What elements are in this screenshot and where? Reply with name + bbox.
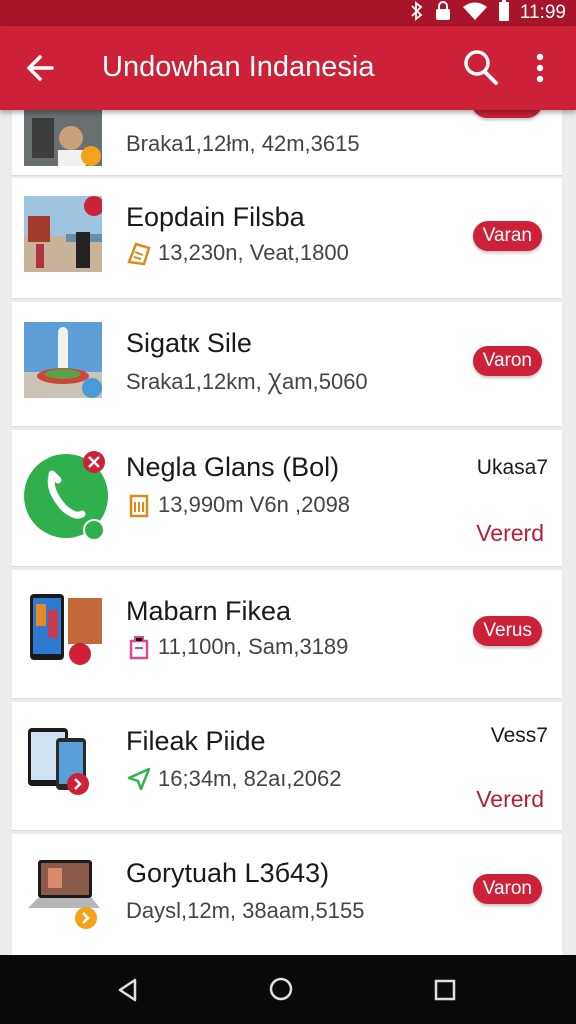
results-list: Braka1,12łm, 42m,3615 Veron Eopdain Fils… bbox=[0, 110, 576, 955]
list-item[interactable]: Negla Glans (Bol) 13,990m V6n ,2098 Ukas… bbox=[12, 430, 562, 567]
item-meta: Daysl,12m, 38aam,5155 bbox=[126, 898, 365, 923]
search-button[interactable] bbox=[462, 48, 500, 88]
item-thumbnail bbox=[24, 196, 104, 272]
nav-recents-button[interactable] bbox=[432, 977, 458, 1008]
item-thumbnail bbox=[24, 450, 110, 542]
status-time: 11:99 bbox=[519, 2, 566, 23]
app-title: Undowhan Indanesia bbox=[102, 51, 375, 83]
item-meta: 13,230n, Veat,1800 bbox=[126, 240, 349, 266]
list-item[interactable]: Fileak Piide 16;34m, 82aı,2062 Vess7 Ver… bbox=[12, 702, 562, 831]
bag-icon bbox=[126, 634, 152, 660]
item-meta: 13,990m V6n ,2098 bbox=[126, 492, 350, 518]
bluetooth-icon bbox=[410, 0, 424, 26]
back-arrow-icon bbox=[27, 55, 54, 81]
item-title: Mabarn Fikea bbox=[126, 596, 292, 626]
item-thumbnail bbox=[24, 322, 102, 398]
item-badge[interactable]: Varon bbox=[472, 874, 542, 904]
wifi-icon bbox=[462, 1, 488, 26]
lock-icon bbox=[434, 0, 452, 26]
list-item[interactable]: Eopdain Filsba 13,230n, Veat,1800 Varan bbox=[12, 178, 562, 299]
item-meta: Braka1,12łm, 42m,3615 bbox=[126, 131, 360, 156]
receipt-icon bbox=[126, 492, 152, 518]
back-button[interactable] bbox=[22, 50, 62, 86]
item-badge[interactable]: Verus bbox=[473, 616, 542, 646]
item-title: Negla Glans (Bol) bbox=[126, 452, 340, 482]
item-badge[interactable]: Varan bbox=[472, 221, 542, 251]
app-bar: Undowhan Indanesia bbox=[0, 26, 576, 110]
item-meta: 16;34m, 82aı,2062 bbox=[126, 766, 341, 792]
more-options-button[interactable] bbox=[528, 50, 552, 88]
item-status: Vererd bbox=[476, 520, 544, 546]
item-thumbnail bbox=[24, 856, 102, 932]
nav-back-icon bbox=[118, 978, 137, 1002]
navigation-bar bbox=[0, 955, 576, 1024]
list-item[interactable]: Gorytuah L3б43) Daysl,12m, 38aam,5155 Va… bbox=[12, 834, 562, 955]
battery-icon bbox=[498, 0, 510, 27]
list-item[interactable]: Mabarn Fikea 11,100n, Sam,3189 Verus bbox=[12, 570, 562, 699]
item-status-top: Vess7 bbox=[490, 724, 548, 747]
item-status-top: Ukasa7 bbox=[476, 456, 548, 479]
list-item[interactable]: Braka1,12łm, 42m,3615 Veron bbox=[12, 110, 562, 176]
more-vert-icon bbox=[536, 53, 544, 83]
item-meta: 11,100n, Sam,3189 bbox=[126, 634, 348, 660]
item-title: Eopdain Filsba bbox=[126, 202, 305, 232]
item-title: Sigatк Sile bbox=[126, 328, 252, 358]
item-thumbnail bbox=[24, 110, 102, 166]
item-thumbnail bbox=[24, 722, 102, 798]
item-meta: Sraka1,12km, Ꭓam,5060 bbox=[126, 369, 368, 394]
nav-home-button[interactable] bbox=[268, 976, 294, 1007]
item-title: Fileak Piide bbox=[126, 726, 266, 756]
nav-home-icon bbox=[269, 977, 293, 1001]
item-badge[interactable]: Varon bbox=[472, 346, 542, 376]
status-bar: 11:99 bbox=[0, 0, 576, 26]
nav-back-button[interactable] bbox=[115, 977, 141, 1008]
item-title: Gorytuah L3б43) bbox=[126, 858, 330, 888]
item-badge[interactable]: Veron bbox=[472, 110, 542, 118]
search-icon bbox=[464, 50, 498, 85]
navigation-arrow-icon bbox=[126, 766, 152, 792]
item-thumbnail bbox=[24, 590, 102, 666]
list-item[interactable]: Sigatк Sile Sraka1,12km, Ꭓam,5060 Varon bbox=[12, 302, 562, 427]
item-status: Vererd bbox=[476, 786, 544, 812]
nav-recents-icon bbox=[434, 979, 456, 1001]
status-icons: 11:99 bbox=[410, 0, 566, 27]
ticket-icon bbox=[126, 240, 152, 266]
